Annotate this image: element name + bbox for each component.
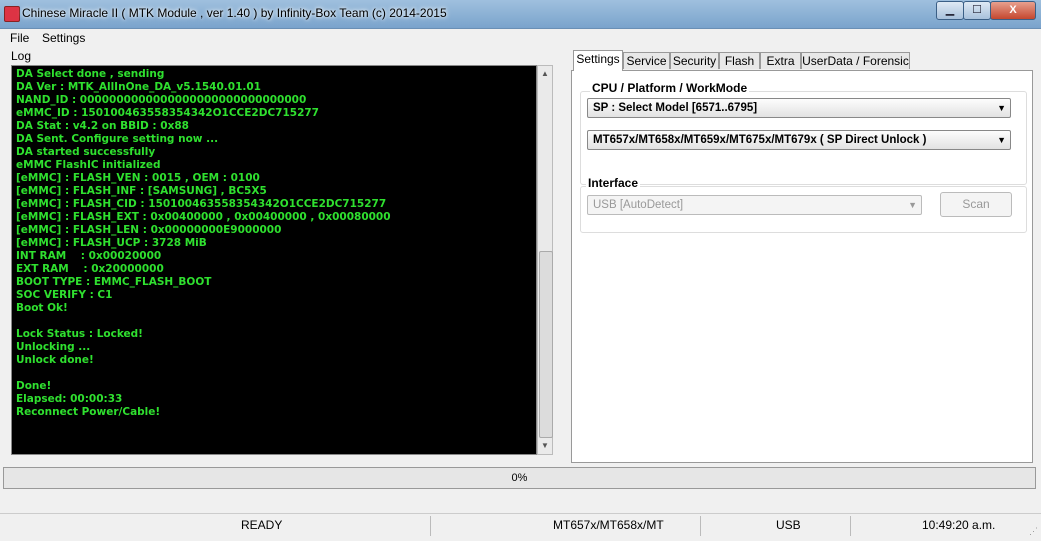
log-line: [eMMC] : FLASH_INF : [SAMSUNG] , BC5X5: [16, 185, 267, 197]
interface-select[interactable]: USB [AutoDetect] ▼: [587, 195, 922, 215]
log-line: NAND_ID : 000000000000000000000000000000…: [16, 94, 307, 106]
log-line: DA Sent. Configure setting now ...: [16, 133, 219, 145]
log-line: [eMMC] : FLASH_LEN : 0x00000000E9000000: [16, 224, 282, 236]
log-line: DA Stat : v4.2 on BBID : 0x88: [16, 120, 189, 132]
status-separator: [850, 516, 851, 536]
log-scrollbar[interactable]: ▲ ▼: [537, 65, 553, 455]
status-separator: [430, 516, 431, 536]
interface-label: Interface: [586, 176, 641, 190]
dropdown-arrow-icon: ▼: [997, 103, 1006, 113]
maximize-button[interactable]: ☐: [963, 1, 991, 20]
log-line: [eMMC] : FLASH_UCP : 3728 MiB: [16, 237, 207, 249]
log-line: [eMMC] : FLASH_EXT : 0x00400000 , 0x0040…: [16, 211, 391, 223]
app-icon: [4, 6, 20, 22]
log-line: [eMMC] : FLASH_VEN : 0015 , OEM : 0100: [16, 172, 260, 184]
log-line: EXT RAM : 0x20000000: [16, 263, 164, 275]
log-line: Reconnect Power/Cable!: [16, 406, 161, 418]
title-bar: Chinese Miracle II ( MTK Module , ver 1.…: [0, 0, 1041, 29]
menu-bar: File Settings: [0, 29, 1041, 47]
minimize-button[interactable]: ▁: [936, 1, 964, 20]
status-bar: READY MT657x/MT658x/MT USB 10:49:20 a.m.…: [0, 513, 1041, 538]
log-line: DA Ver : MTK_AllInOne_DA_v5.1540.01.01: [16, 81, 261, 93]
log-line: Boot Ok!: [16, 302, 68, 314]
dropdown-arrow-icon: ▼: [997, 135, 1006, 145]
tab-settings[interactable]: Settings: [573, 50, 623, 71]
tab-security[interactable]: Security: [670, 52, 719, 69]
status-platform: MT657x/MT658x/MT: [553, 518, 664, 532]
log-line: eMMC_ID : 150100463558354342O1CCE2DC7152…: [16, 107, 319, 119]
scroll-thumb[interactable]: [539, 251, 553, 438]
log-console[interactable]: DA Select done , sending DA Ver : MTK_All…: [11, 65, 537, 455]
scroll-down-icon[interactable]: ▼: [538, 438, 552, 454]
log-line: eMMC FlashIC initialized: [16, 159, 161, 171]
mode-select-value: MT657x/MT658x/MT659x/MT675x/MT679x ( SP …: [593, 134, 927, 146]
log-line: DA Select done , sending: [16, 68, 165, 80]
progress-text: 0%: [511, 472, 528, 484]
client-area: Log DA Select done , sending DA Ver : MTK…: [0, 47, 1041, 541]
log-line: Unlocking ...: [16, 341, 91, 353]
cpu-platform-label: CPU / Platform / WorkMode: [590, 81, 750, 95]
resize-grip-icon[interactable]: ⋰: [1029, 526, 1039, 536]
model-select[interactable]: SP : Select Model [6571..6795] ▼: [587, 98, 1011, 118]
scroll-up-icon[interactable]: ▲: [538, 66, 552, 82]
log-label: Log: [11, 49, 32, 63]
menu-file[interactable]: File: [10, 31, 29, 45]
log-line: SOC VERIFY : C1: [16, 289, 113, 301]
log-line: INT RAM : 0x00020000: [16, 250, 162, 262]
settings-panel: CPU / Platform / WorkMode SP : Select Mo…: [571, 70, 1033, 463]
status-time: 10:49:20 a.m.: [922, 518, 996, 532]
tab-userdata-forensic[interactable]: UserData / Forensic: [801, 52, 910, 69]
log-line: [eMMC] : FLASH_CID : 150100463558354342O…: [16, 198, 387, 210]
dropdown-arrow-icon: ▼: [908, 200, 917, 210]
log-line: Unlock done!: [16, 354, 94, 366]
log-line: BOOT TYPE : EMMC_FLASH_BOOT: [16, 276, 212, 288]
interface-select-value: USB [AutoDetect]: [593, 199, 684, 211]
model-select-value: SP : Select Model [6571..6795]: [593, 102, 758, 114]
tab-flash[interactable]: Flash: [719, 52, 760, 69]
log-line: DA started successfully: [16, 146, 156, 158]
status-separator: [700, 516, 701, 536]
log-line: Lock Status : Locked!: [16, 328, 143, 340]
log-line: Elapsed: 00:00:33: [16, 393, 123, 405]
log-line: Done!: [16, 380, 52, 392]
tab-extra[interactable]: Extra: [760, 52, 801, 69]
status-state: READY: [241, 518, 283, 532]
progress-bar: 0%: [3, 467, 1036, 489]
mode-select[interactable]: MT657x/MT658x/MT659x/MT675x/MT679x ( SP …: [587, 130, 1011, 150]
window-title: Chinese Miracle II ( MTK Module , ver 1.…: [22, 6, 447, 20]
tab-service[interactable]: Service: [623, 52, 670, 69]
scan-button[interactable]: Scan: [940, 192, 1012, 217]
close-button[interactable]: X: [990, 1, 1036, 20]
menu-settings[interactable]: Settings: [42, 31, 85, 45]
status-port: USB: [776, 518, 801, 532]
